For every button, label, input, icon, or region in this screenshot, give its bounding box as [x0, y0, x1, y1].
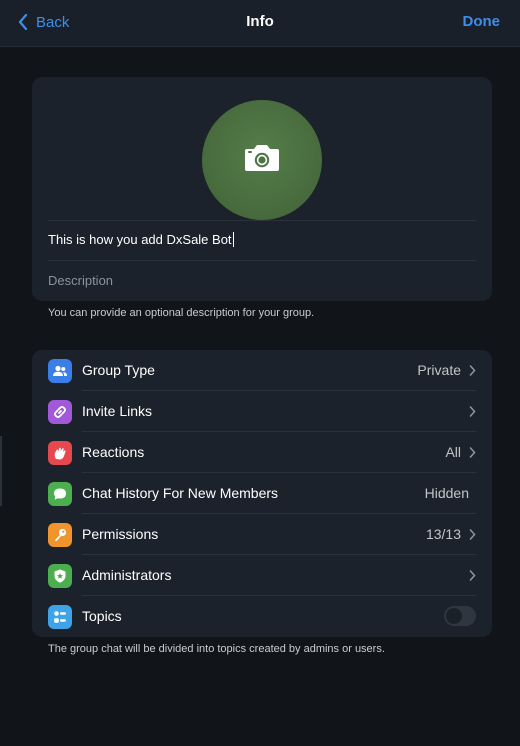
chat-bubble-icon	[48, 482, 72, 506]
settings-row-value: All	[445, 444, 461, 460]
window-edge	[0, 436, 2, 506]
settings-row-label: Reactions	[82, 444, 145, 460]
group-profile-card: This is how you add DxSale Bot Descripti…	[32, 77, 492, 301]
settings-row-label: Group Type	[82, 362, 155, 378]
settings-row-reactions[interactable]: Reactions All	[32, 432, 492, 473]
topics-icon	[48, 605, 72, 629]
settings-row-label: Invite Links	[82, 403, 153, 419]
chevron-right-icon	[469, 570, 476, 581]
description-hint: You can provide an optional description …	[48, 307, 315, 319]
camera-icon	[245, 145, 279, 171]
settings-row-value: 13/13	[425, 526, 461, 542]
chevron-right-icon	[469, 447, 476, 458]
settings-row-label: Permissions	[82, 526, 159, 542]
settings-row-label: Chat History For New Members	[82, 485, 279, 501]
text-caret	[232, 231, 234, 247]
description-input[interactable]: Description	[48, 273, 113, 288]
settings-row-label: Administrators	[82, 567, 172, 583]
shield-icon	[48, 564, 72, 588]
chevron-right-icon	[469, 365, 476, 376]
toggle-knob	[446, 608, 462, 624]
key-icon	[48, 523, 72, 547]
chevron-right-icon	[469, 406, 476, 417]
settings-row-value: Private	[417, 362, 461, 378]
settings-row-administrators[interactable]: Administrators	[32, 555, 492, 596]
settings-row-topics: Topics	[32, 596, 492, 637]
settings-row-chat-history[interactable]: Chat History For New Members Hidden	[32, 473, 492, 514]
navigation-bar: Back Info Done	[0, 0, 520, 47]
group-photo-picker[interactable]	[202, 100, 322, 220]
topics-toggle[interactable]	[444, 606, 476, 626]
done-button[interactable]: Done	[463, 13, 501, 30]
settings-row-group-type[interactable]: Group Type Private	[32, 350, 492, 391]
settings-row-invite-links[interactable]: Invite Links	[32, 391, 492, 432]
group-name-input[interactable]: This is how you add DxSale Bot	[48, 229, 476, 249]
divider	[48, 220, 476, 221]
divider	[48, 260, 476, 261]
page-title: Info	[246, 13, 274, 30]
chevron-right-icon	[469, 529, 476, 540]
group-name-text: This is how you add DxSale Bot	[48, 231, 232, 247]
settings-row-label: Topics	[82, 608, 122, 624]
topics-hint: The group chat will be divided into topi…	[48, 643, 385, 655]
people-icon	[48, 359, 72, 383]
settings-row-permissions[interactable]: Permissions 13/13	[32, 514, 492, 555]
settings-row-value: Hidden	[424, 485, 469, 501]
reaction-icon	[48, 441, 72, 465]
group-settings-list: Group Type Private Invite Links Reaction…	[32, 350, 492, 637]
link-icon	[48, 400, 72, 424]
